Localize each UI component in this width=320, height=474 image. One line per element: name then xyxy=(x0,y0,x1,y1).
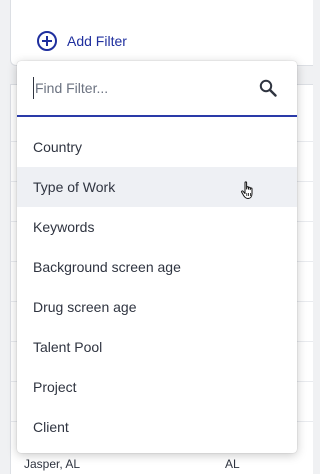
filter-option-project[interactable]: Project xyxy=(17,367,297,407)
table-row[interactable]: Jasper, AL AL xyxy=(0,455,313,474)
filter-dropdown: Country Type of Work Keywords Background… xyxy=(17,61,297,453)
add-filter-button[interactable]: Add Filter xyxy=(37,30,127,52)
filter-option-background-screen-age[interactable]: Background screen age xyxy=(17,247,297,287)
filter-options-list: Country Type of Work Keywords Background… xyxy=(17,117,297,447)
plus-circle-icon xyxy=(37,31,57,51)
add-filter-label: Add Filter xyxy=(67,33,127,49)
filter-search-box xyxy=(17,61,297,117)
filter-search-input[interactable] xyxy=(33,77,253,99)
table-cell-state: AL xyxy=(225,457,240,471)
table-cell-city: Jasper, AL xyxy=(24,457,81,471)
filter-option-talent-pool[interactable]: Talent Pool xyxy=(17,327,297,367)
page: Add Filter Jasper, AL AL Country Type of… xyxy=(0,0,313,474)
search-icon[interactable] xyxy=(259,79,277,97)
filter-option-keywords[interactable]: Keywords xyxy=(17,207,297,247)
hand-pointer-icon xyxy=(241,181,253,199)
filter-option-drug-screen-age[interactable]: Drug screen age xyxy=(17,287,297,327)
filter-option-client[interactable]: Client xyxy=(17,407,297,447)
filter-option-country[interactable]: Country xyxy=(17,127,297,167)
filter-bar: Add Filter xyxy=(10,0,313,66)
